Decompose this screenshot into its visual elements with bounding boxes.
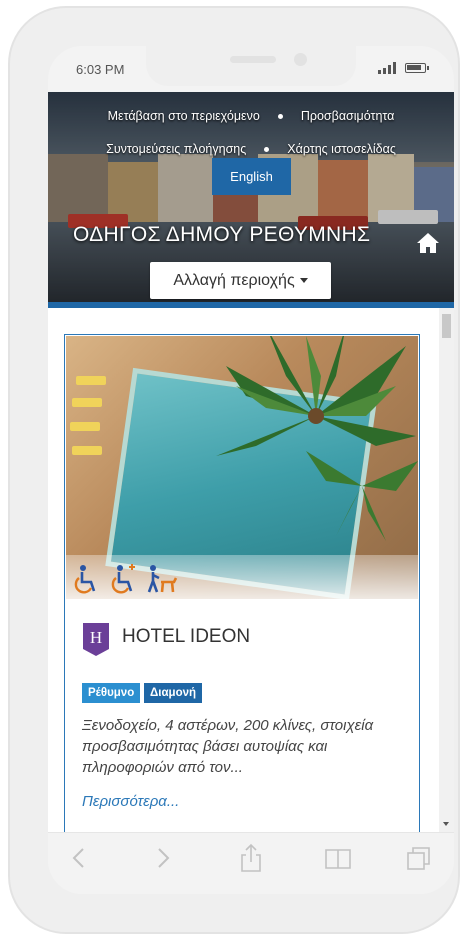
change-area-label: Αλλαγή περιοχής <box>173 272 295 289</box>
phone-screen: 6:03 PM Μετάβαση στο περιεχόμενο Προσβασ… <box>48 46 454 894</box>
scroll-down-icon[interactable] <box>443 822 449 826</box>
header-banner: Μετάβαση στο περιεχόμενο Προσβασιμότητα Σ… <box>48 92 454 308</box>
sunbed <box>72 398 102 407</box>
battery-icon <box>405 63 429 73</box>
scrollbar[interactable] <box>439 308 454 832</box>
hotel-description: Ξενοδοχείο, 4 αστέρων, 200 κλίνες, στοιχ… <box>82 717 374 776</box>
accessibility-link[interactable]: Προσβασιμότητα <box>301 109 395 123</box>
change-area-dropdown[interactable]: Αλλαγή περιοχής <box>150 262 331 299</box>
sunbed <box>76 376 106 385</box>
share-icon[interactable] <box>236 843 266 873</box>
hotel-category-icon: H <box>83 623 109 656</box>
separator-dot <box>277 114 283 120</box>
sunbed <box>72 446 102 455</box>
phone-frame: 6:03 PM Μετάβαση στο περιεχόμενο Προσβασ… <box>8 6 460 934</box>
more-link[interactable]: Περισσότερα... <box>82 793 179 810</box>
tabs-icon[interactable] <box>404 843 434 873</box>
sitemap-link[interactable]: Χάρτης ιστοσελίδας <box>287 142 396 156</box>
palm-tree <box>306 451 418 541</box>
status-time: 6:03 PM <box>76 62 125 77</box>
hotel-photo[interactable] <box>66 336 418 599</box>
separator-dot <box>264 147 270 153</box>
browser-toolbar <box>48 832 454 894</box>
signal-icon <box>378 62 398 74</box>
hotel-card[interactable]: H HOTEL IDEON Ρέθυμνο Διαμονή Ξενοδοχείο… <box>64 334 420 832</box>
language-button[interactable]: English <box>212 158 291 195</box>
site-title[interactable]: ΟΔΗΓΟΣ ΔΗΜΟΥ ΡΕΘΥΜΝΗΣ <box>73 223 370 247</box>
svg-text:H: H <box>90 628 102 647</box>
wheelchair-assistance-icon <box>111 564 135 594</box>
speaker <box>230 56 276 63</box>
camera <box>294 53 307 66</box>
hotel-name[interactable]: HOTEL IDEON <box>122 626 250 648</box>
skip-links: Μετάβαση στο περιεχόμενο Προσβασιμότητα Σ… <box>48 100 454 166</box>
bookmarks-icon[interactable] <box>323 843 353 873</box>
scrollbar-thumb[interactable] <box>442 314 451 338</box>
chevron-down-icon <box>299 278 308 284</box>
home-icon[interactable] <box>416 232 440 254</box>
tag-location[interactable]: Ρέθυμνο <box>82 683 141 703</box>
back-icon[interactable] <box>64 843 94 873</box>
guide-dog-icon <box>147 565 178 593</box>
tag-category[interactable]: Διαμονή <box>144 683 203 703</box>
notch <box>146 46 356 86</box>
sunbed <box>70 422 100 431</box>
main-content[interactable]: H HOTEL IDEON Ρέθυμνο Διαμονή Ξενοδοχείο… <box>48 308 454 832</box>
forward-icon[interactable] <box>148 843 178 873</box>
skip-to-content-link[interactable]: Μετάβαση στο περιεχόμενο <box>108 109 260 123</box>
wheelchair-icon <box>74 565 96 594</box>
shortcuts-link[interactable]: Συντομεύσεις πλοήγησης <box>106 142 246 156</box>
